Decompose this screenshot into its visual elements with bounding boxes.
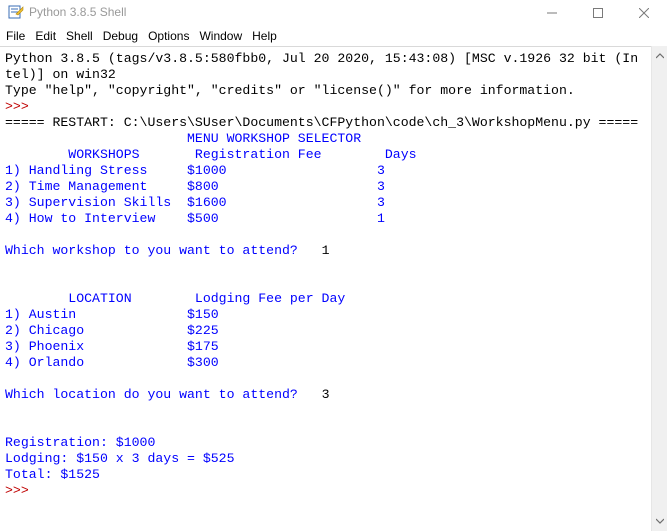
scroll-up-button[interactable] xyxy=(652,48,667,64)
banner-line-3: Type "help", "copyright", "credits" or "… xyxy=(5,83,575,98)
location-answer: 3 xyxy=(321,387,330,402)
location-row: 3) Phoenix $175 xyxy=(5,339,219,354)
vertical-scrollbar[interactable] xyxy=(651,46,667,531)
workshop-row: 2) Time Management $800 3 xyxy=(5,179,385,194)
python-idle-icon xyxy=(8,5,24,19)
workshop-question: Which workshop to you want to attend? xyxy=(5,243,322,258)
menu-options[interactable]: Options xyxy=(142,26,193,46)
lodging-summary: Lodging: $150 x 3 days = $525 xyxy=(5,451,235,466)
minimize-button[interactable] xyxy=(529,0,575,26)
window-title: Python 3.8.5 Shell xyxy=(29,5,127,19)
shell-text-area[interactable]: Python 3.8.5 (tags/v3.8.5:580fbb0, Jul 2… xyxy=(0,46,651,532)
final-prompt: >>> xyxy=(5,483,29,498)
location-row: 4) Orlando $300 xyxy=(5,355,219,370)
banner-line-2: tel)] on win32 xyxy=(5,67,116,82)
location-header: LOCATION Lodging Fee per Day xyxy=(5,291,346,306)
maximize-icon xyxy=(593,8,603,18)
location-row: 2) Chicago $225 xyxy=(5,323,219,338)
shell-prompt: >>> xyxy=(5,99,29,114)
workshop-row: 1) Handling Stress $1000 3 xyxy=(5,163,385,178)
menu-help[interactable]: Help xyxy=(246,26,281,46)
total-summary: Total: $1525 xyxy=(5,467,100,482)
menu-edit[interactable]: Edit xyxy=(29,26,60,46)
menu-debug[interactable]: Debug xyxy=(97,26,142,46)
menu-file[interactable]: File xyxy=(0,26,29,46)
menu-bar: File Edit Shell Debug Options Window Hel… xyxy=(0,26,667,46)
maximize-button[interactable] xyxy=(575,0,621,26)
scroll-down-button[interactable] xyxy=(652,513,667,529)
location-row: 1) Austin $150 xyxy=(5,307,219,322)
chevron-down-icon xyxy=(656,518,664,524)
minimize-icon xyxy=(547,12,557,14)
workshop-row: 4) How to Interview $500 1 xyxy=(5,211,385,226)
workshop-answer: 1 xyxy=(321,243,330,258)
chevron-up-icon xyxy=(656,53,664,59)
close-button[interactable] xyxy=(621,0,667,26)
location-question: Which location do you want to attend? xyxy=(5,387,322,402)
menu-shell[interactable]: Shell xyxy=(60,26,97,46)
close-icon xyxy=(639,8,649,18)
workshop-question-line: Which workshop to you want to attend? 1 xyxy=(5,243,329,259)
title-bar: Python 3.8.5 Shell xyxy=(0,0,667,26)
menu-title: MENU WORKSHOP SELECTOR xyxy=(5,131,362,146)
menu-window[interactable]: Window xyxy=(193,26,246,46)
registration-summary: Registration: $1000 xyxy=(5,435,156,450)
workshop-header: WORKSHOPS Registration Fee Days xyxy=(5,147,417,162)
location-question-line: Which location do you want to attend? 3 xyxy=(5,387,329,403)
workshop-row: 3) Supervision Skills $1600 3 xyxy=(5,195,385,210)
banner-line-1: Python 3.8.5 (tags/v3.8.5:580fbb0, Jul 2… xyxy=(5,51,639,66)
restart-line: ===== RESTART: C:\Users\SUser\Documents\… xyxy=(5,115,639,130)
